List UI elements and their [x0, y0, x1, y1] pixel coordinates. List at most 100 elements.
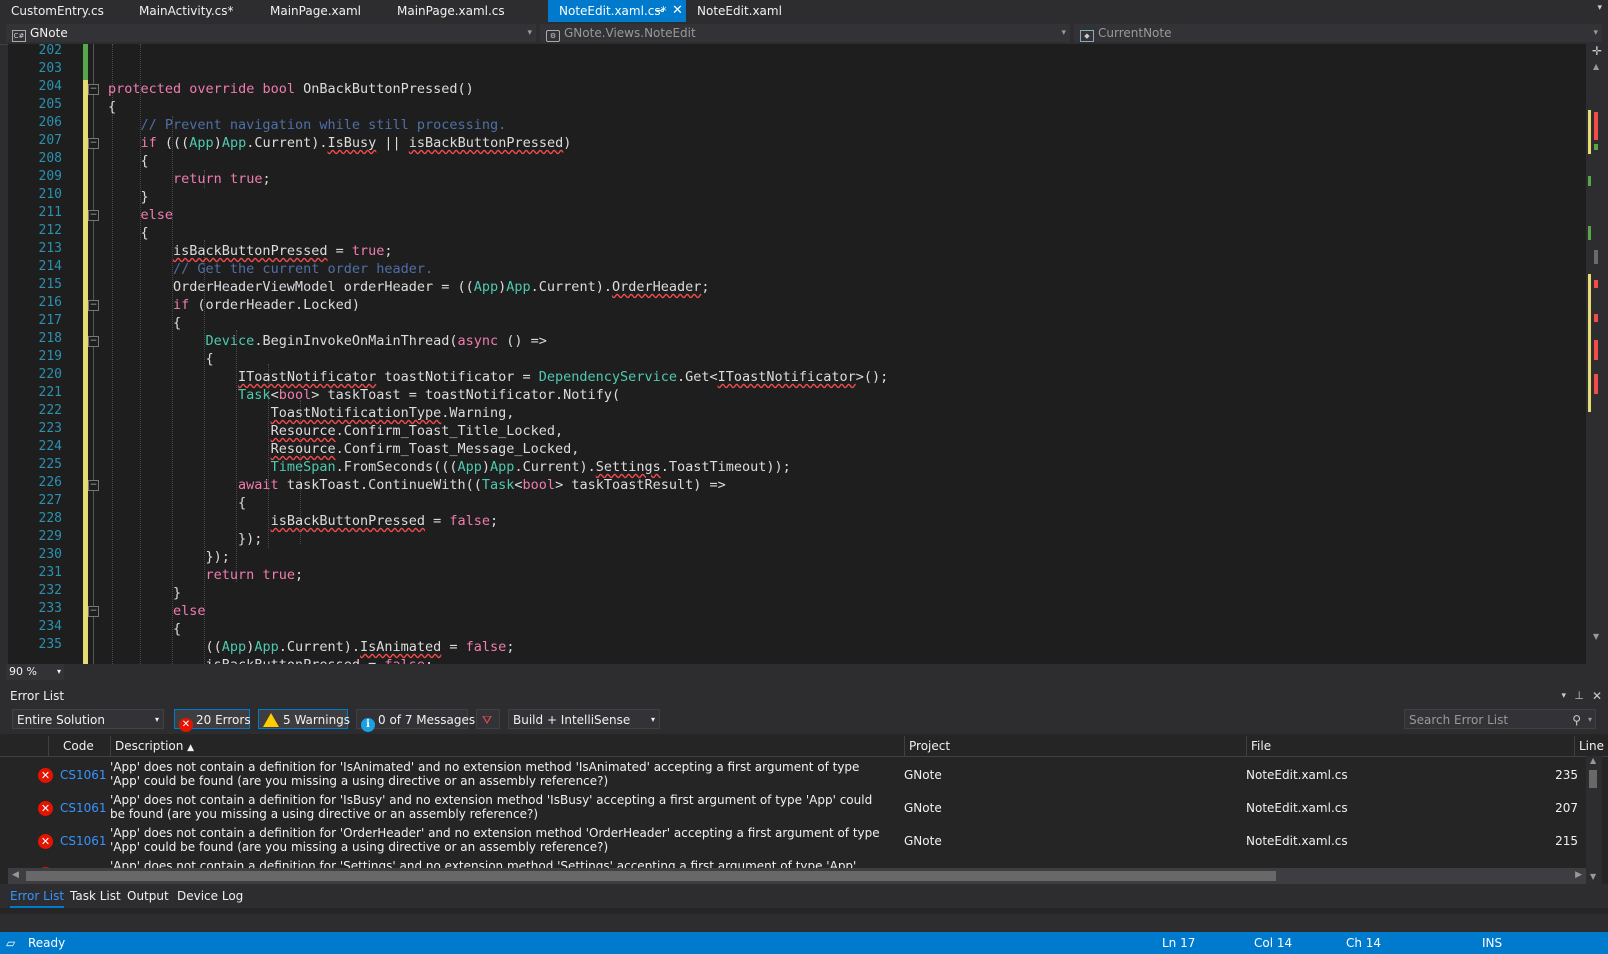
code-line: else: [173, 603, 206, 619]
code-line: OrderHeaderViewModel orderHeader = ((App…: [108, 279, 710, 295]
dropdown-chevron-icon[interactable]: ▾: [1561, 686, 1566, 706]
close-icon[interactable]: ✕: [1592, 686, 1602, 706]
zoom-dropdown[interactable]: 90 % ▾: [6, 664, 64, 680]
error-code-link[interactable]: CS1061: [60, 768, 107, 782]
errors-filter-button[interactable]: ✕ 20 Errors: [174, 709, 251, 732]
code-line: ((App)App.Current).IsAnimated = false;: [108, 639, 515, 655]
messages-filter-button[interactable]: i0 of 7 Messages: [356, 709, 475, 732]
tab-task-list[interactable]: Task List: [70, 884, 121, 906]
collapse-icon[interactable]: −: [88, 480, 99, 491]
tab-noteedit-xaml-cs[interactable]: NoteEdit.xaml.cs* ⊸ ✕: [548, 0, 686, 22]
error-row[interactable]: ✕ CS1061'App' does not contain a definiti…: [0, 791, 1586, 824]
split-icon[interactable]: ✛: [1592, 44, 1602, 58]
code-line: isBackButtonPressed = true;: [173, 243, 393, 259]
code-line: Resource.Confirm_Toast_Message_Locked,: [270, 441, 580, 457]
code-line: IToastNotificator toastNotificator = Dep…: [238, 369, 889, 385]
line-number: 235: [38, 637, 62, 652]
line-column-header[interactable]: Line: [1574, 736, 1604, 756]
warnings-filter-button[interactable]: 5 Warnings: [258, 709, 350, 729]
filter-toggle-button[interactable]: ⛛: [476, 709, 500, 729]
code-column-header[interactable]: Code: [48, 736, 110, 756]
tab-mainpage-xaml-cs[interactable]: MainPage.xaml.cs: [386, 0, 526, 22]
error-list-horizontal-scrollbar[interactable]: ◀ ▶: [8, 868, 1586, 884]
code-line: protected override bool OnBackButtonPres…: [108, 81, 474, 97]
tab-overflow-chevron-icon[interactable]: ▾: [1597, 3, 1602, 13]
scroll-down-icon[interactable]: ▼: [1593, 632, 1599, 641]
line-number: 202: [38, 44, 62, 58]
scroll-up-icon[interactable]: ▲: [1593, 62, 1599, 71]
icon-column-header[interactable]: [8, 736, 36, 756]
tab-mainactivity[interactable]: MainActivity.cs*: [128, 0, 259, 22]
error-line: 235: [1555, 768, 1578, 782]
line-number: 234: [38, 619, 62, 634]
code-line: });: [108, 531, 263, 547]
messages-count: 0 of 7 Messages: [378, 713, 476, 727]
code-line: ToastNotificationType.Warning,: [270, 405, 515, 421]
tab-output[interactable]: Output: [127, 884, 169, 906]
line-number: 211: [38, 205, 62, 220]
scroll-thumb[interactable]: [26, 871, 1276, 881]
scroll-thumb[interactable]: [1589, 770, 1597, 788]
code-line: return true;: [205, 567, 304, 583]
error-marker: [1594, 314, 1598, 322]
build-filter-dropdown[interactable]: Build + IntelliSense ▾: [508, 709, 660, 729]
error-list-titlebar: Error List ▾ ⊥ ✕: [0, 686, 1608, 706]
error-list-vertical-scrollbar[interactable]: ▲ ▼: [1586, 756, 1602, 884]
collapse-icon[interactable]: −: [88, 210, 99, 221]
tab-customentry[interactable]: CustomEntry.cs: [0, 0, 128, 22]
line-number: 216: [38, 295, 62, 310]
scope-dropdown[interactable]: Entire Solution ▾: [12, 709, 164, 729]
project-column-header[interactable]: Project: [904, 736, 1246, 756]
error-row[interactable]: ✕ CS1061'App' does not contain a definiti…: [0, 824, 1586, 857]
scroll-right-icon[interactable]: ▶: [1575, 870, 1582, 880]
pin-icon[interactable]: ⊥: [1574, 686, 1584, 706]
member-name: CurrentNote: [1098, 26, 1172, 40]
collapse-icon[interactable]: −: [88, 138, 99, 149]
tab-error-list[interactable]: Error List: [10, 884, 65, 908]
line-number: 231: [38, 565, 62, 580]
chevron-down-icon: ▾: [154, 715, 159, 724]
collapse-icon[interactable]: −: [88, 606, 99, 617]
pin-icon[interactable]: ⊸: [655, 0, 664, 22]
chevron-down-icon: ▾: [1593, 28, 1598, 38]
code-line: {: [108, 351, 214, 367]
change-tracking-bar: [83, 44, 88, 664]
chevron-down-icon: ▾: [650, 715, 655, 724]
close-icon[interactable]: ✕: [672, 0, 683, 22]
line-number: 218: [38, 331, 62, 346]
tab-mainpage-xaml[interactable]: MainPage.xaml: [259, 0, 386, 22]
header-label: Description: [115, 739, 184, 753]
scroll-left-icon[interactable]: ◀: [12, 870, 19, 880]
header-label: Project: [909, 739, 951, 753]
error-marker: [1594, 280, 1598, 288]
code-line: // Prevent navigation while still proces…: [140, 117, 507, 133]
code-editor[interactable]: 202 203 204 205 206 207 208 209 210 211 212 213 214 2…: [8, 44, 1586, 664]
chevron-down-icon: ▾: [527, 28, 532, 38]
project-dropdown[interactable]: C# GNote ▾: [6, 24, 536, 42]
editor-vertical-scrollbar[interactable]: ✛ ▲ ▼: [1586, 44, 1608, 664]
tab-noteedit-xaml[interactable]: NoteEdit.xaml: [686, 0, 806, 22]
error-row[interactable]: ✕ CS1061'App' does not contain a definiti…: [0, 758, 1586, 791]
code-line: if (((App)App.Current).IsBusy || isBackB…: [140, 135, 572, 151]
collapse-icon[interactable]: −: [88, 336, 99, 347]
member-dropdown[interactable]: ◆ CurrentNote ▾: [1074, 24, 1602, 42]
editor-horizontal-scrollbar[interactable]: [72, 666, 1586, 678]
search-error-list-input[interactable]: Search Error List ⚲ ▾: [1404, 709, 1596, 729]
description-column-header[interactable]: Description ▲: [110, 736, 904, 756]
scroll-thumb[interactable]: [1594, 250, 1598, 264]
csharp-project-icon: C#: [12, 30, 26, 42]
file-column-header[interactable]: File: [1246, 736, 1574, 756]
collapse-icon[interactable]: −: [88, 84, 99, 95]
error-code-link[interactable]: CS1061: [60, 801, 107, 815]
tab-device-log[interactable]: Device Log: [177, 884, 243, 906]
line-number: 209: [38, 169, 62, 184]
error-code-link[interactable]: CS1061: [60, 834, 107, 848]
error-icon: ✕: [179, 718, 193, 732]
class-dropdown[interactable]: ⚙ GNote.Views.NoteEdit ▾: [540, 24, 1070, 42]
scroll-up-icon[interactable]: ▲: [1590, 756, 1596, 765]
filter-icon: ⛛: [482, 713, 493, 727]
collapse-icon[interactable]: −: [88, 300, 99, 311]
scroll-down-icon[interactable]: ▼: [1590, 872, 1596, 881]
error-description: 'App' does not contain a definition for …: [110, 826, 880, 854]
header-label: Code: [63, 739, 94, 753]
